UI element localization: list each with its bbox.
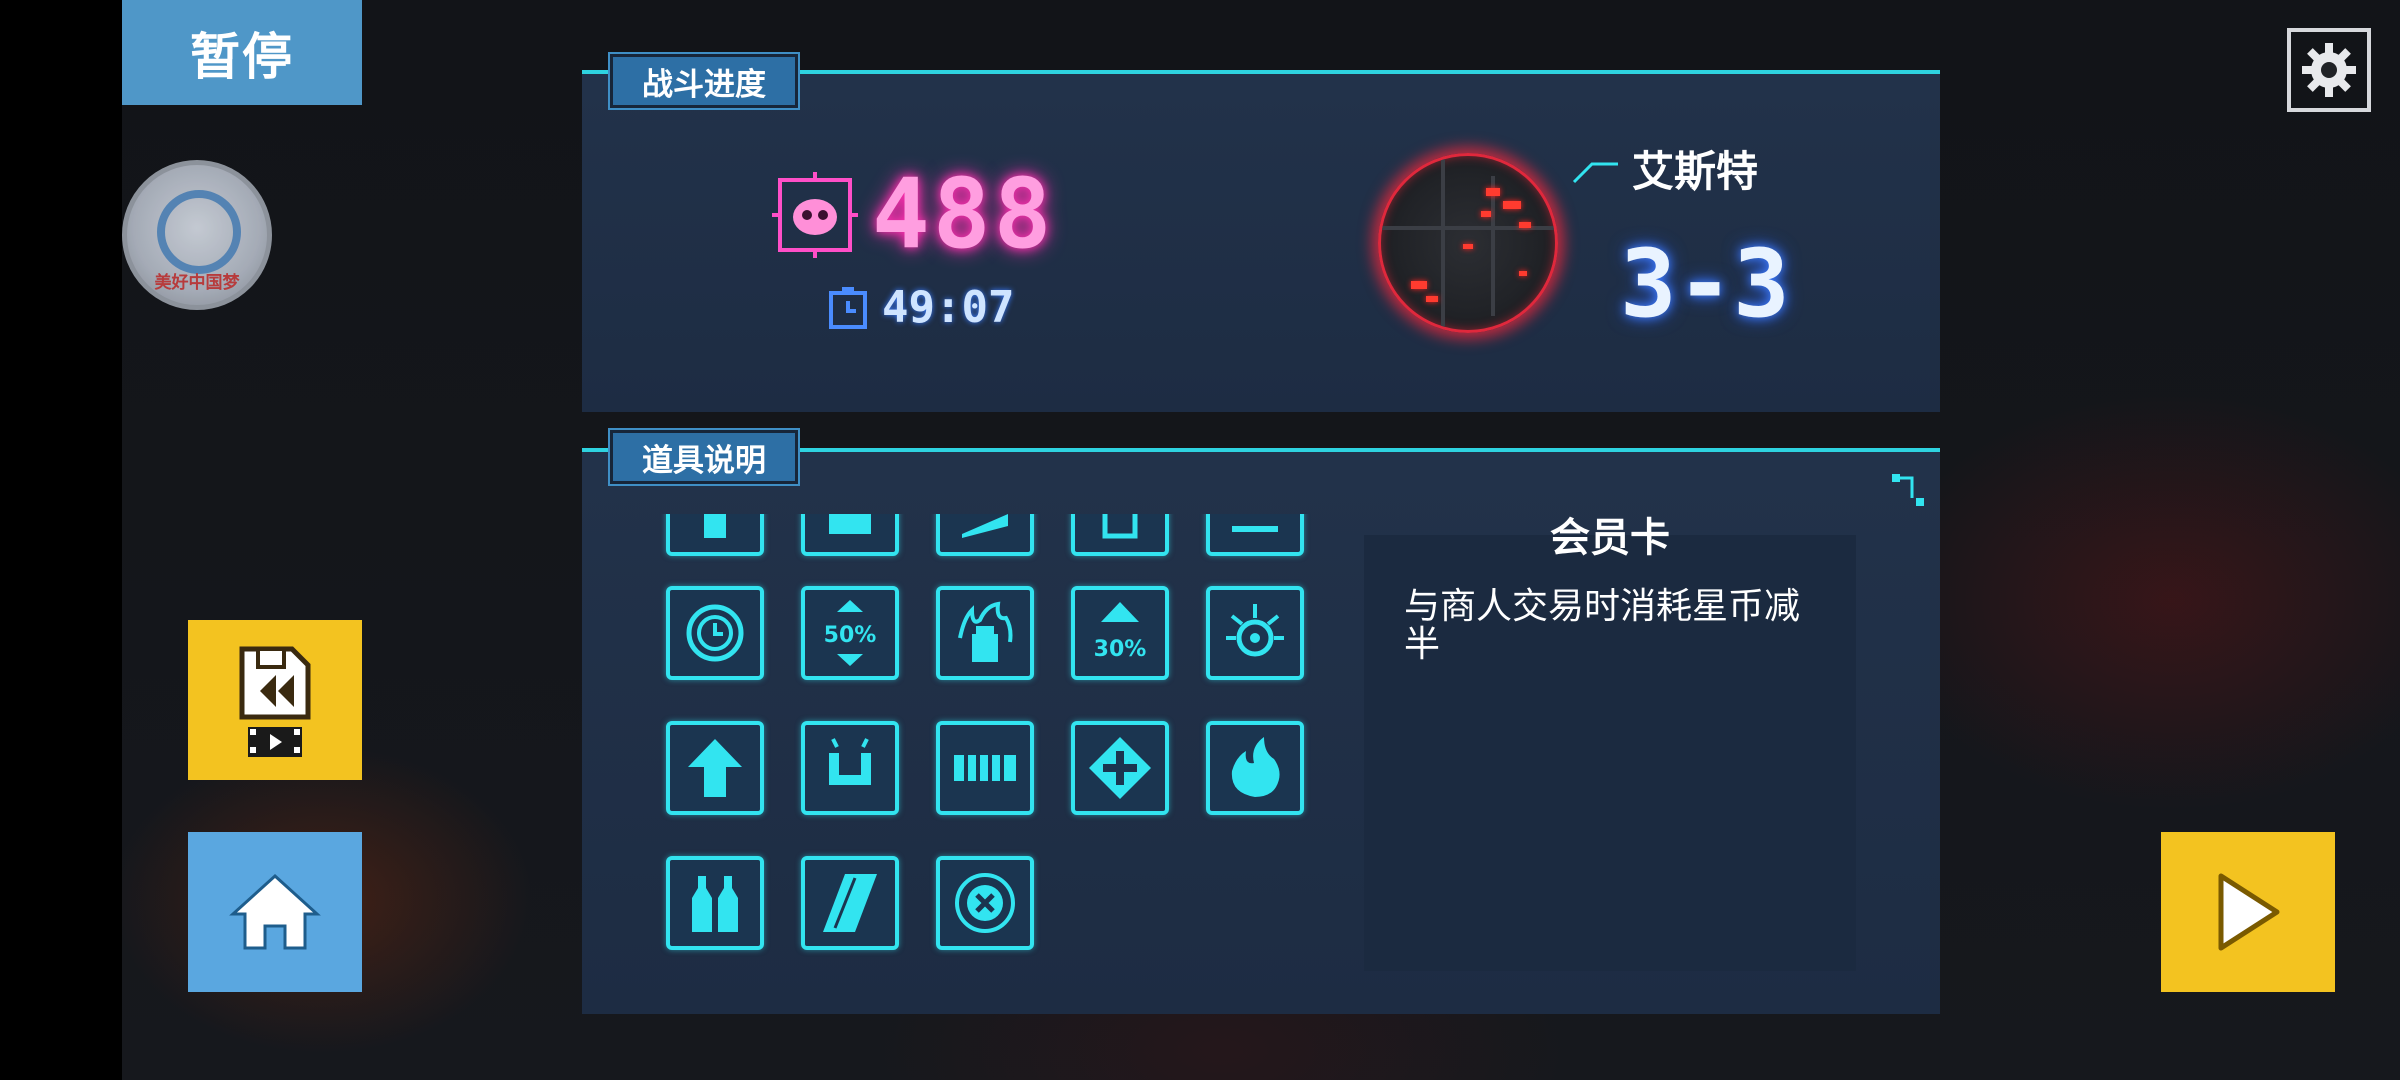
card-icon	[823, 874, 877, 932]
item-crosshair[interactable]	[1206, 586, 1304, 680]
item-50-percent[interactable]: 50%	[801, 586, 899, 680]
item-bottles[interactable]	[666, 856, 764, 950]
item-partial-4[interactable]	[1071, 514, 1169, 556]
arrow-up-icon	[688, 739, 742, 797]
up-30-icon: 30%	[1094, 602, 1147, 662]
settings-button[interactable]	[2287, 28, 2371, 112]
boss-name: 艾斯特	[1632, 147, 1759, 196]
cancel-icon	[955, 873, 1015, 933]
svg-text:50%: 50%	[824, 623, 877, 648]
item-fence[interactable]	[936, 721, 1034, 815]
badge-text: 美好中国梦	[154, 273, 240, 293]
watermark-badge: 美好中国梦	[122, 160, 272, 310]
item-arrow-up[interactable]	[666, 721, 764, 815]
item-partial-1[interactable]	[666, 514, 764, 556]
bar-icon	[1232, 526, 1278, 532]
item-partial-5[interactable]	[1206, 514, 1304, 556]
play-icon	[2218, 873, 2280, 951]
svg-text:30%: 30%	[1094, 637, 1147, 662]
fire-icon	[1231, 737, 1280, 797]
item-grid: 50% 30%	[660, 514, 1320, 964]
box-icon	[1102, 514, 1138, 539]
block-icon	[829, 514, 871, 534]
item-clock[interactable]	[666, 586, 764, 680]
item-description-tab: 道具说明	[608, 428, 800, 486]
boss-connector-icon	[1572, 162, 1618, 184]
boss-portrait	[1378, 153, 1558, 333]
item-flame-bottle[interactable]	[936, 586, 1034, 680]
item-fire[interactable]	[1206, 721, 1304, 815]
item-detail-title: 会员卡	[1550, 515, 1670, 561]
item-partial-3[interactable]	[936, 514, 1034, 556]
left-black-bar	[0, 0, 122, 1080]
expand-corner-icon[interactable]	[1890, 472, 1926, 508]
continue-button[interactable]	[2161, 832, 2335, 992]
item-cancel[interactable]	[936, 856, 1034, 950]
fence-icon	[954, 755, 1016, 781]
item-magnet[interactable]	[801, 721, 899, 815]
dpad-icon	[1089, 737, 1151, 799]
arrow-up-icon	[704, 514, 726, 538]
item-detail-description: 与商人交易时消耗星币减半	[1404, 586, 1801, 665]
pause-title: 暂停	[122, 0, 362, 105]
timer-icon	[829, 287, 867, 329]
item-partial-2[interactable]	[801, 514, 899, 556]
clock-target-icon	[686, 604, 744, 662]
resize-50-icon: 50%	[824, 600, 877, 666]
badge-ring-icon	[157, 190, 241, 274]
bottles-icon	[692, 876, 738, 932]
crosshair-icon	[1226, 604, 1284, 657]
item-card[interactable]	[801, 856, 899, 950]
battle-progress-tab: 战斗进度	[608, 52, 800, 110]
stage-number: 3-3	[1620, 230, 1790, 339]
home-icon	[229, 873, 321, 950]
battle-timer: 49:07	[882, 282, 1015, 333]
flame-bottle-icon	[958, 601, 1013, 662]
kill-skull-icon	[772, 172, 858, 258]
replay-video-button[interactable]	[188, 620, 362, 780]
home-button[interactable]	[188, 832, 362, 992]
save-rewind-video-icon	[239, 646, 311, 757]
kill-count: 488	[872, 158, 1055, 270]
item-30-percent[interactable]: 30%	[1071, 586, 1169, 680]
gear-icon	[2302, 43, 2356, 97]
slash-icon	[962, 514, 1008, 538]
magnet-icon	[829, 738, 871, 785]
item-dpad[interactable]	[1071, 721, 1169, 815]
